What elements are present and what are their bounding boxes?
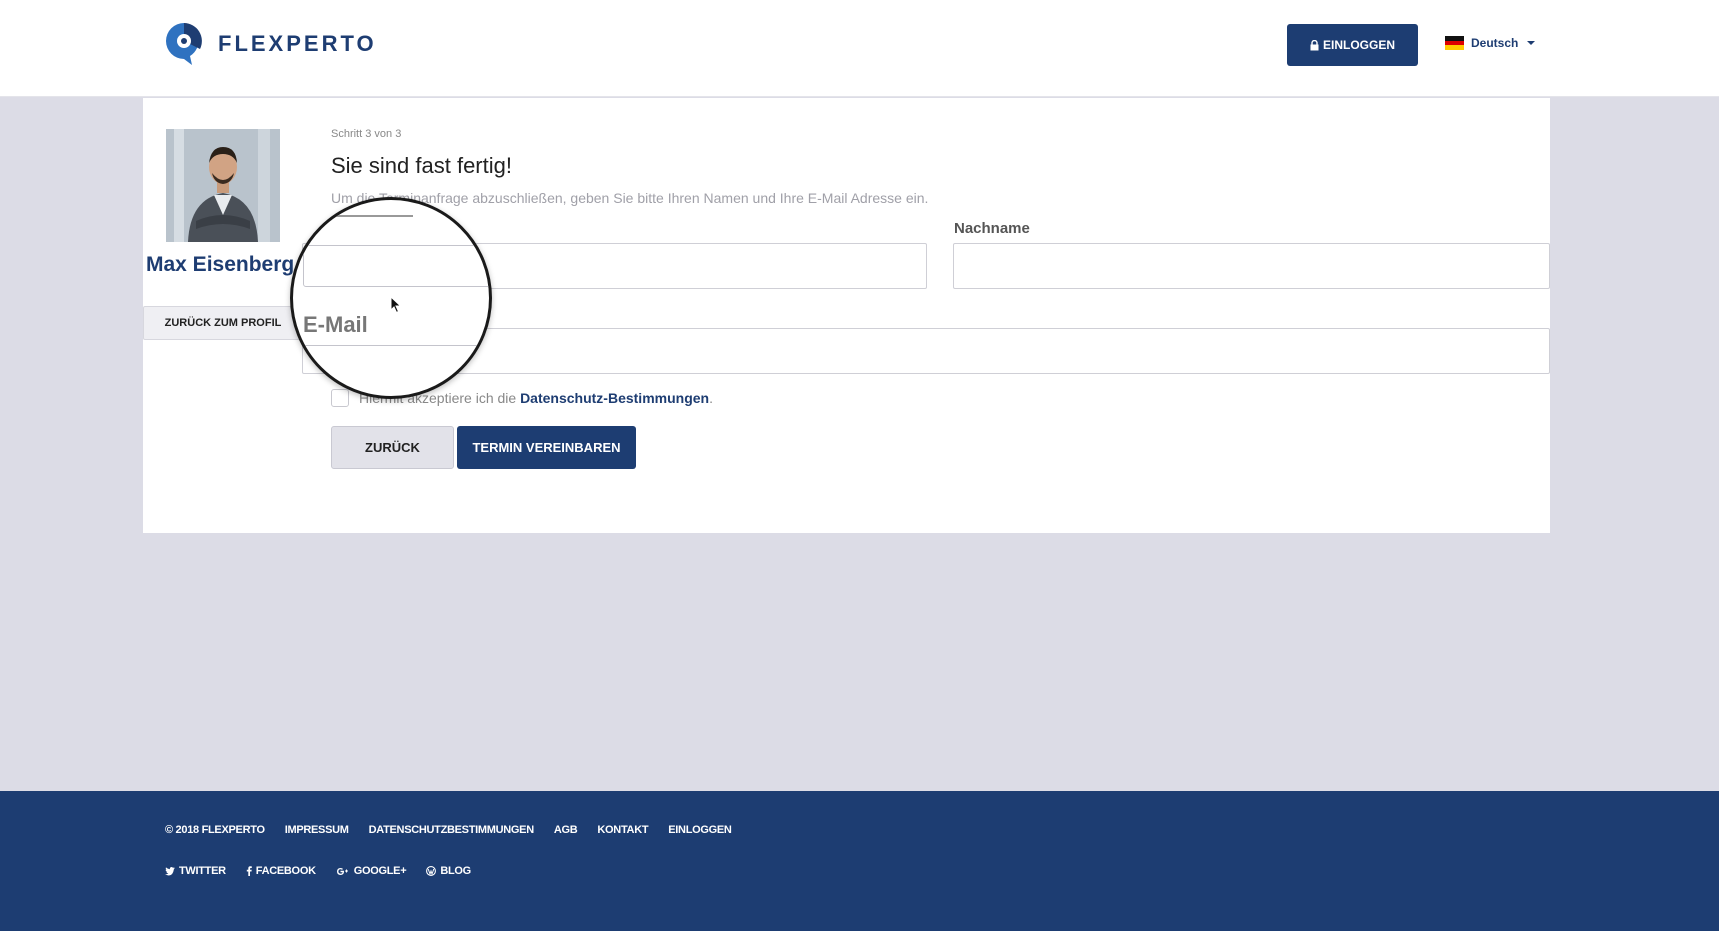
footer-link-contact[interactable]: KONTAKT — [597, 824, 648, 836]
privacy-link[interactable]: Datenschutz-Bestimmungen — [520, 390, 709, 406]
wordpress-icon — [426, 866, 437, 876]
lastname-input[interactable] — [953, 243, 1550, 289]
email-input[interactable] — [302, 328, 1550, 374]
footer-social: TWITTER FACEBOOK GOOGLE+ BLOG — [165, 865, 471, 877]
lock-icon — [1310, 39, 1319, 50]
footer-link-login[interactable]: EINLOGGEN — [668, 824, 732, 836]
header: FLEXPERTO EINLOGGEN Deutsch — [0, 0, 1719, 97]
footer-link-agb[interactable]: AGB — [554, 824, 578, 836]
login-label: EINLOGGEN — [1322, 38, 1395, 52]
footer-link-privacy[interactable]: DATENSCHUTZBESTIMMUNGEN — [369, 824, 535, 836]
copyright: © 2018 FLEXPERTO — [165, 824, 265, 836]
page-title: Sie sind fast fertig! — [331, 153, 512, 178]
lens-email-input-fragment — [303, 345, 489, 346]
social-twitter-label: TWITTER — [179, 865, 226, 877]
consent-suffix: . — [709, 390, 713, 406]
social-twitter[interactable]: TWITTER — [165, 865, 226, 877]
expert-name: Max Eisenberg — [146, 253, 295, 276]
avatar — [166, 129, 280, 242]
logo[interactable]: FLEXPERTO — [164, 21, 377, 67]
language-selector[interactable]: Deutsch — [1445, 36, 1536, 51]
back-button[interactable]: ZURÜCK — [331, 426, 454, 469]
google-plus-icon — [336, 867, 348, 875]
social-google-plus-label: GOOGLE+ — [353, 865, 407, 877]
lastname-label: Nachname — [954, 220, 1030, 237]
german-flag-icon — [1445, 36, 1464, 51]
social-blog[interactable]: BLOG — [426, 865, 471, 877]
mouse-cursor-icon — [390, 296, 402, 314]
logo-icon — [164, 21, 204, 67]
facebook-icon — [246, 866, 252, 876]
footer-links: © 2018 FLEXPERTO IMPRESSUM DATENSCHUTZBE… — [165, 824, 732, 836]
logo-text: FLEXPERTO — [218, 31, 377, 56]
social-google-plus[interactable]: GOOGLE+ — [336, 865, 407, 877]
lens-input-fragment — [303, 245, 489, 287]
email-label: E-Mail — [303, 312, 368, 337]
footer: © 2018 FLEXPERTO IMPRESSUM DATENSCHUTZBE… — [0, 791, 1719, 931]
consent-checkbox[interactable] — [331, 389, 349, 407]
submit-appointment-button[interactable]: TERMIN VEREINBAREN — [457, 426, 636, 469]
footer-link-impressum[interactable]: IMPRESSUM — [285, 824, 349, 836]
step-indicator: Schritt 3 von 3 — [331, 128, 402, 140]
social-blog-label: BLOG — [440, 865, 471, 877]
back-to-profile-button[interactable]: ZURÜCK ZUM PROFIL — [143, 306, 303, 340]
chevron-down-icon — [1527, 41, 1536, 45]
social-facebook-label: FACEBOOK — [255, 865, 316, 877]
social-facebook[interactable]: FACEBOOK — [246, 865, 316, 877]
language-label: Deutsch — [1471, 36, 1519, 50]
twitter-icon — [165, 866, 175, 875]
lens-text-fragment — [303, 215, 413, 217]
login-button[interactable]: EINLOGGEN — [1287, 24, 1418, 66]
